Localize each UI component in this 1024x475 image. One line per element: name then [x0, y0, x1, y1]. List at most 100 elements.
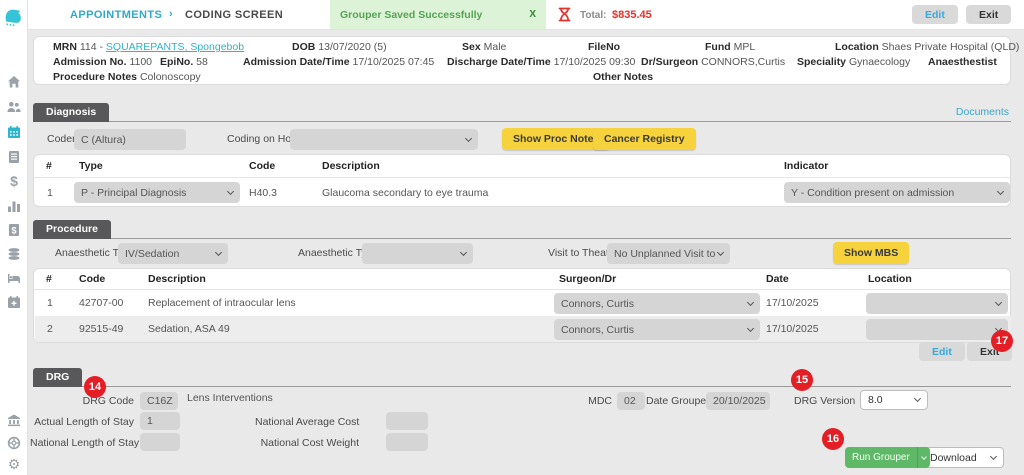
dx-col-type: Type: [79, 160, 103, 172]
patient-discharge-datetime: Discharge Date/Time 17/10/2025 09:30: [447, 56, 635, 68]
edit-button[interactable]: Edit: [912, 5, 958, 24]
total-value: $835.45: [612, 9, 652, 21]
sidebar-users-icon[interactable]: [6, 99, 22, 115]
date-grouped-field: 20/10/2025: [706, 392, 770, 410]
diagnosis-type-select[interactable]: P - Principal Diagnosis: [74, 182, 240, 203]
svg-text:$: $: [10, 173, 18, 189]
chevron-down-icon: [997, 187, 1004, 194]
drg-code-field: C16Z: [140, 392, 178, 410]
proc-col-date: Date: [766, 273, 789, 285]
chevron-down-icon: [215, 248, 222, 255]
patient-anaesthetist: Anaesthestist: [928, 56, 997, 68]
proc-col-surgeon: Surgeon/Dr: [559, 273, 616, 285]
chevron-down-icon: [717, 248, 724, 255]
anaesthetic-type-select[interactable]: IV/Sedation: [118, 243, 228, 264]
date-grouped-label: Date Grouped: [646, 395, 702, 407]
sidebar-invoices-icon[interactable]: $: [6, 222, 22, 238]
sidebar-database-icon[interactable]: [6, 246, 22, 262]
chevron-down-icon: [914, 395, 921, 402]
patient-speciality: Speciality Gynaecology: [797, 56, 910, 68]
show-mbs-button[interactable]: Show MBS: [833, 242, 909, 264]
location-select[interactable]: [866, 319, 1008, 340]
drg-description: Lens Interventions: [187, 392, 273, 404]
sidebar-calendar-icon[interactable]: [6, 124, 22, 140]
patient-fileno: FileNo: [588, 41, 620, 53]
chevron-down-icon: [747, 298, 754, 305]
total-label: Total:: [580, 10, 606, 21]
cancer-registry-button[interactable]: Cancer Registry: [593, 128, 696, 150]
top-bar: APPOINTMENTS › CODING SCREEN Grouper Sav…: [28, 0, 1024, 30]
coding-screen: APPOINTMENTS › CODING SCREEN Grouper Sav…: [0, 0, 1024, 475]
toast-close-icon[interactable]: X: [529, 9, 536, 20]
drg-version-select[interactable]: 8.0: [860, 390, 928, 410]
patient-name-link[interactable]: SQUAREPANTS, Spongebob: [106, 41, 244, 53]
patient-epino: EpiNo. 58: [160, 56, 208, 68]
coding-on-hold-label: Coding on Hold: [227, 133, 299, 145]
sidebar-settings-icon[interactable]: ⚙: [6, 456, 22, 472]
sidebar-reports-icon[interactable]: [6, 198, 22, 214]
breadcrumb-chevron-icon: ›: [169, 8, 173, 20]
national-los-field: [140, 433, 180, 451]
hourglass-icon: [558, 7, 571, 25]
app-logo: [2, 3, 26, 28]
drg-version-label: DRG Version: [794, 395, 854, 407]
sidebar-payments-icon[interactable]: $: [6, 173, 22, 189]
proc-col-code: Code: [79, 273, 105, 285]
dx-col-indicator: Indicator: [784, 160, 828, 172]
patient-mrn: MRN 114 - SQUAREPANTS, Spongebob: [53, 41, 244, 53]
procedure-edit-button[interactable]: Edit: [919, 342, 965, 361]
toast-success: Grouper Saved Successfully X: [330, 0, 546, 29]
breadcrumb-appointments[interactable]: APPOINTMENTS: [70, 9, 162, 21]
anaesthetic-type-2-select[interactable]: [362, 243, 473, 264]
download-select[interactable]: Download: [922, 447, 1004, 468]
toast-message: Grouper Saved Successfully: [340, 9, 482, 21]
sidebar-support-icon[interactable]: [6, 435, 22, 451]
annotation-badge-17: 17: [991, 330, 1013, 352]
drg-code-label: DRG Code: [40, 395, 134, 407]
drg-tab-row: DRG: [33, 368, 1011, 387]
diagnosis-tab-row: Diagnosis Documents: [33, 103, 1011, 122]
annotation-badge-16: 16: [822, 428, 844, 450]
visit-to-theatre-select[interactable]: No Unplanned Visit to The: [607, 243, 730, 264]
sidebar-records-icon[interactable]: [6, 149, 22, 165]
surgeon-select[interactable]: Connors, Curtis: [554, 319, 760, 340]
patient-admission-no: Admission No. 1100: [53, 56, 152, 68]
patient-info-card: MRN 114 - SQUAREPANTS, Spongebob DOB 13/…: [33, 36, 1011, 85]
exit-button[interactable]: Exit: [966, 5, 1011, 24]
national-los-label: National Length of Stay: [30, 437, 134, 449]
sidebar-home-icon[interactable]: [6, 74, 22, 90]
procedure-tab[interactable]: Procedure: [33, 220, 111, 239]
mdc-label: MDC: [560, 395, 612, 407]
svg-text:$: $: [11, 225, 16, 235]
surgeon-select[interactable]: Connors, Curtis: [554, 293, 760, 314]
coding-on-hold-select[interactable]: [290, 129, 478, 150]
indicator-select[interactable]: Y - Condition present on admission: [784, 182, 1010, 203]
sidebar-bookings-icon[interactable]: [6, 294, 22, 310]
documents-link[interactable]: Documents: [956, 106, 1009, 118]
national-avg-cost-field: [386, 412, 428, 430]
patient-location: Location Shaes Private Hospital (QLD): [835, 41, 1019, 53]
drg-tab[interactable]: DRG: [33, 368, 82, 387]
dx-col-description: Description: [322, 160, 380, 172]
run-grouper-caret[interactable]: [917, 447, 930, 468]
sidebar-organisation-icon[interactable]: [6, 412, 22, 428]
actual-los-label: Actual Length of Stay: [30, 416, 134, 428]
breadcrumb-current: CODING SCREEN: [185, 9, 283, 21]
patient-surgeon: Dr/Surgeon CONNORS,Curtis: [641, 56, 785, 68]
dx-col-code: Code: [249, 160, 275, 172]
procedure-tab-row: Procedure: [33, 220, 1011, 239]
patient-dob: DOB 13/07/2020 (5): [292, 41, 387, 53]
chevron-down-icon: [227, 187, 234, 194]
patient-admission-datetime: Admission Date/Time 17/10/2025 07:45: [243, 56, 434, 68]
sidebar-bed-icon[interactable]: [6, 270, 22, 286]
diagnosis-tab[interactable]: Diagnosis: [33, 103, 109, 122]
chevron-down-icon: [747, 324, 754, 331]
location-select[interactable]: [866, 293, 1008, 314]
patient-sex: Sex Male: [462, 41, 506, 53]
mdc-field: 02: [617, 392, 645, 410]
proc-col-num: #: [46, 273, 52, 285]
proc-col-location: Location: [868, 273, 912, 285]
chevron-down-icon: [995, 298, 1002, 305]
patient-procedure-notes: Procedure Notes Colonoscopy: [53, 71, 201, 83]
run-grouper-button[interactable]: Run Grouper: [845, 447, 930, 468]
